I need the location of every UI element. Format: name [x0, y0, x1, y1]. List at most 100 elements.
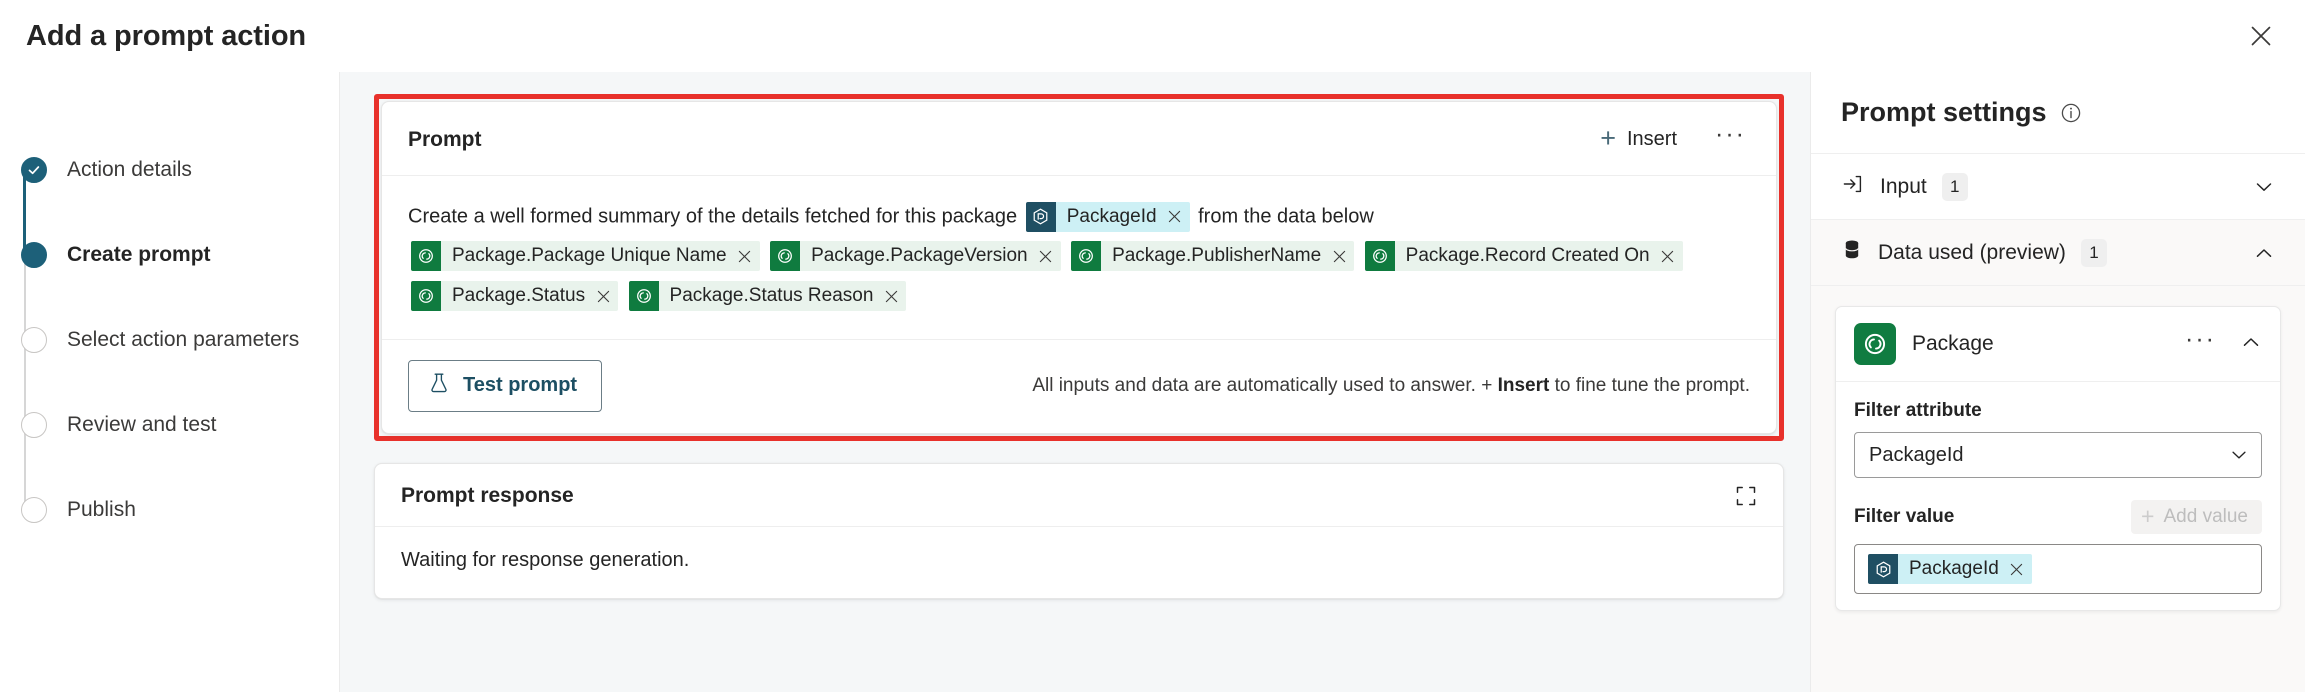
- token-row: Package.Status Package.Status Reason: [408, 277, 1750, 317]
- prompt-text-after: from the data below: [1198, 205, 1374, 228]
- sidebar-item-publish[interactable]: Publish: [0, 467, 339, 552]
- add-value-button[interactable]: + Add value: [2131, 500, 2262, 534]
- settings-section-data-used[interactable]: Data used (preview) 1: [1811, 220, 2305, 286]
- filter-value-label: Filter value: [1854, 506, 1955, 527]
- token-remove-icon[interactable]: [1328, 241, 1355, 272]
- entity-card-package: Package ··· Filter attribute PackageId F…: [1835, 306, 2281, 611]
- step-bullet-todo: [21, 496, 47, 523]
- token-label: Package.Package Unique Name: [441, 241, 734, 272]
- filter-attribute-select[interactable]: PackageId: [1854, 432, 2262, 478]
- chevron-down-icon[interactable]: [2229, 445, 2249, 465]
- step-connector: [23, 169, 26, 255]
- prompt-footer-hint: All inputs and data are automatically us…: [1032, 375, 1750, 397]
- step-connector: [24, 254, 26, 340]
- step-bullet-todo: [21, 411, 47, 438]
- table-entity-icon: [411, 281, 441, 312]
- prompt-text-line[interactable]: Create a well formed summary of the deta…: [408, 196, 1750, 237]
- token-packageid-value[interactable]: PackageId: [1868, 554, 2032, 584]
- token-package-version[interactable]: Package.PackageVersion: [770, 241, 1061, 272]
- token-label: Package.Record Created On: [1394, 241, 1657, 272]
- settings-data-used-label: Data used (preview): [1878, 240, 2066, 264]
- token-remove-icon[interactable]: [592, 281, 619, 312]
- insert-button-label: Insert: [1626, 128, 1678, 150]
- token-remove-icon[interactable]: [2005, 554, 2032, 584]
- token-package-unique-name[interactable]: Package.Package Unique Name: [411, 241, 760, 272]
- prompt-more-options-icon[interactable]: ···: [1711, 122, 1750, 157]
- insert-button[interactable]: + Insert: [1592, 124, 1685, 156]
- sidebar-item-action-details[interactable]: Action details: [0, 127, 339, 255]
- prompt-data-tokens: Package.Package Unique Name Package.Pack…: [408, 237, 1750, 339]
- sidebar-item-create-prompt[interactable]: Create prompt: [0, 212, 339, 340]
- token-remove-icon[interactable]: [880, 281, 907, 312]
- prompt-card-title: Prompt: [408, 127, 482, 151]
- data-used-content: Package ··· Filter attribute PackageId F…: [1811, 286, 2305, 692]
- prompt-card-actions: + Insert ···: [1592, 122, 1750, 157]
- entity-card-header: Package ···: [1836, 307, 2280, 382]
- token-row: Package.Package Unique Name Package.Pack…: [408, 237, 1750, 277]
- test-prompt-label: Test prompt: [463, 374, 578, 397]
- chevron-up-icon[interactable]: [2240, 331, 2262, 358]
- table-entity-icon: [770, 241, 801, 272]
- hint-insert-bold: Insert: [1497, 374, 1550, 396]
- token-label: Package.PublisherName: [1101, 241, 1329, 272]
- step-connector: [24, 339, 26, 425]
- token-status-reason[interactable]: Package.Status Reason: [628, 281, 907, 312]
- prompt-response-title: Prompt response: [401, 483, 574, 507]
- close-icon[interactable]: [2239, 14, 2283, 58]
- prompt-settings-title: Prompt settings: [1841, 97, 2047, 127]
- token-remove-icon[interactable]: [1034, 241, 1061, 272]
- filter-value-input[interactable]: PackageId: [1854, 544, 2262, 594]
- prompt-card-footer: Test prompt All inputs and data are auto…: [382, 338, 1776, 433]
- token-status[interactable]: Package.Status: [411, 281, 619, 312]
- step-label: Publish: [67, 497, 136, 521]
- settings-section-input[interactable]: Input 1: [1811, 154, 2305, 220]
- token-remove-icon[interactable]: [1656, 241, 1683, 272]
- prompt-card-header: Prompt + Insert ···: [382, 102, 1776, 176]
- token-label: Package.Status Reason: [658, 281, 881, 312]
- settings-data-used-count: 1: [2080, 238, 2107, 267]
- prompt-card: Prompt + Insert ··· Create a well formed…: [381, 101, 1777, 434]
- filter-value-row: Filter value + Add value: [1854, 500, 2262, 534]
- dataverse-record-icon: [1025, 201, 1056, 232]
- token-label: PackageId: [1055, 201, 1164, 232]
- dialog-titlebar: Add a prompt action: [0, 0, 2305, 72]
- info-icon[interactable]: [2060, 102, 2082, 124]
- token-packageid-inline[interactable]: PackageId: [1025, 201, 1190, 232]
- arrow-into-bracket-icon: [1841, 172, 1865, 201]
- prompt-settings-header: Prompt settings: [1811, 72, 2305, 154]
- settings-input-label: Input: [1880, 174, 1927, 198]
- sidebar-item-select-action-parameters[interactable]: Select action parameters: [0, 297, 339, 425]
- expand-icon[interactable]: [1735, 485, 1757, 507]
- chevron-down-icon[interactable]: [2253, 176, 2275, 198]
- test-prompt-button[interactable]: Test prompt: [408, 359, 603, 412]
- token-remove-icon[interactable]: [733, 241, 760, 272]
- step-label: Review and test: [67, 412, 217, 436]
- filter-attribute-value: PackageId: [1869, 443, 1964, 466]
- token-label: Package.Status: [441, 281, 593, 312]
- dataverse-record-icon: [1868, 554, 1898, 584]
- prompt-response-card: Prompt response Waiting for response gen…: [374, 462, 1784, 599]
- plus-icon: +: [1600, 122, 1616, 153]
- step-connector: [24, 424, 26, 510]
- prompt-canvas: Prompt + Insert ··· Create a well formed…: [340, 72, 1810, 692]
- table-entity-icon: [1854, 323, 1896, 365]
- prompt-response-header: Prompt response: [375, 464, 1783, 527]
- chevron-up-icon[interactable]: [2253, 242, 2275, 264]
- table-entity-icon: [1071, 241, 1102, 272]
- token-remove-icon[interactable]: [1163, 201, 1190, 232]
- step-bullet-todo: [21, 326, 47, 353]
- wizard-stepper: Action details Create prompt Select acti…: [0, 72, 340, 692]
- token-record-created-on[interactable]: Package.Record Created On: [1364, 241, 1683, 272]
- prompt-response-body: Waiting for response generation.: [401, 548, 690, 571]
- table-entity-icon: [411, 241, 441, 272]
- hint-part-1: All inputs and data are automatically us…: [1032, 374, 1498, 396]
- step-label: Select action parameters: [67, 327, 300, 351]
- filter-attribute-label: Filter attribute: [1854, 400, 1982, 421]
- sidebar-item-review-and-test[interactable]: Review and test: [0, 382, 339, 510]
- database-icon: [1841, 238, 1863, 267]
- entity-card-body: Filter attribute PackageId Filter value: [1836, 382, 2280, 610]
- token-publisher-name[interactable]: Package.PublisherName: [1071, 241, 1355, 272]
- step-label: Action details: [67, 157, 192, 181]
- entity-more-options-icon[interactable]: ···: [2181, 327, 2220, 361]
- step-bullet-done: [21, 156, 47, 183]
